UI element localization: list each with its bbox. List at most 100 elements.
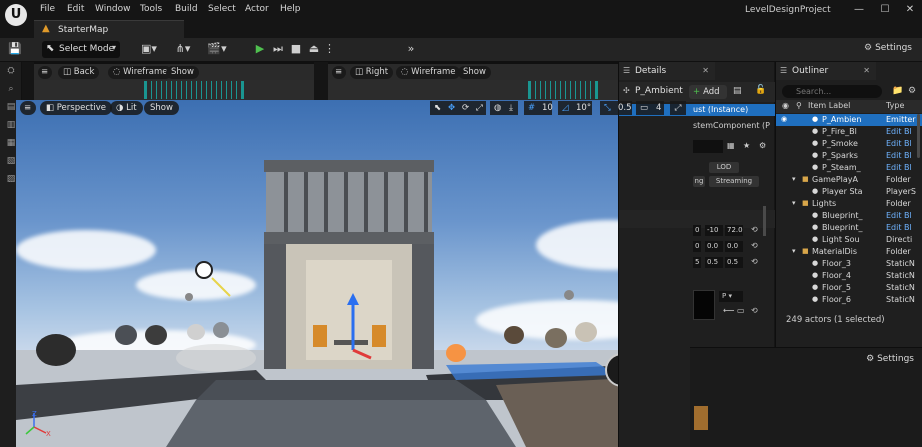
outliner-row[interactable]: ● Floor_5 StaticN	[776, 282, 922, 294]
surface-snap-icon[interactable]: ⤓	[504, 101, 518, 115]
edit-blueprint-link[interactable]: Edit Bl	[886, 151, 912, 160]
menu-actor[interactable]: Actor	[245, 4, 269, 14]
outliner-row[interactable]: ● P_Smoke Edit Bl	[776, 138, 922, 150]
outliner-row[interactable]: ▾ ■ GamePlayA Folder	[776, 174, 922, 186]
hamburger-icon[interactable]: ≡	[38, 66, 52, 79]
reset-icon[interactable]: ⟲	[751, 306, 758, 315]
filter-button[interactable]: ng	[693, 176, 705, 187]
rotation-snap-value[interactable]: 10°	[572, 101, 592, 115]
add-content-icon[interactable]: ▣▾	[138, 42, 160, 58]
component-row[interactable]: stemComponent (P	[619, 120, 775, 132]
outliner-row[interactable]: ▾ ■ MaterialDis Folder	[776, 246, 922, 258]
more-options-icon[interactable]: ⋮	[324, 42, 335, 58]
edit-blueprint-link[interactable]: Edit Bl	[886, 223, 912, 232]
world-space-icon[interactable]: ◍	[490, 101, 504, 115]
outliner-row[interactable]: ● Floor_6 StaticN	[776, 294, 922, 306]
menu-select[interactable]: Select	[208, 4, 236, 14]
outliner-search-input[interactable]	[782, 85, 882, 98]
stop-icon[interactable]: ■	[290, 42, 302, 58]
grid-view-icon[interactable]: ▦	[727, 141, 735, 150]
outliner-row[interactable]: ◉ ● P_Ambien Emitter	[776, 114, 922, 126]
reset-icon[interactable]: ⟲	[751, 257, 758, 266]
close-icon[interactable]: ✕	[702, 66, 709, 75]
expand-arrow-icon[interactable]: ▾	[792, 247, 796, 255]
reset-icon[interactable]: ⟲	[751, 241, 758, 250]
settings-button[interactable]: ⚙ Settings	[864, 43, 912, 53]
menu-file[interactable]: File	[40, 4, 55, 14]
edit-blueprint-link[interactable]: Edit Bl	[886, 139, 912, 148]
scale-snap-value[interactable]: 0.5	[614, 101, 632, 115]
step-icon[interactable]: ⏭	[272, 42, 284, 58]
visibility-icon[interactable]: ◉	[782, 101, 789, 110]
column-item-label[interactable]: Item Label	[808, 101, 850, 110]
details-tab[interactable]: ☰ Details ✕	[619, 62, 715, 80]
outliner-row[interactable]: ▾ ■ Lights Folder	[776, 198, 922, 210]
settings-button[interactable]: ⚙ Settings	[866, 354, 914, 364]
camera-speed-icon[interactable]: ▭	[636, 101, 652, 115]
scale-y[interactable]: 0.5	[705, 257, 723, 268]
blueprint-icon[interactable]: ▤	[733, 86, 742, 96]
level-tab[interactable]: ▲ StarterMap	[34, 20, 184, 38]
maximize-viewport-icon[interactable]: ⤢	[670, 101, 686, 115]
right-viewport[interactable]: ≡ ◫ Right ◌ Wireframe Show	[328, 62, 618, 100]
select-tool-icon[interactable]: ⬉	[430, 101, 444, 115]
location-y[interactable]: -10	[705, 225, 723, 236]
outliner-row[interactable]: ● Floor_3 StaticN	[776, 258, 922, 270]
pin-icon[interactable]: ⚲	[796, 101, 802, 110]
rotation-snap-icon[interactable]: ◿	[558, 101, 572, 115]
cinematics-icon[interactable]: 🎬▾	[205, 42, 229, 58]
expand-toolbar-icon[interactable]: »	[404, 42, 418, 58]
perspective-button[interactable]: ◧ Perspective	[40, 101, 112, 115]
lock-icon[interactable]: 🔓	[755, 85, 766, 95]
outliner-row[interactable]: ● P_Fire_Bl Edit Bl	[776, 126, 922, 138]
asset-thumbnail[interactable]	[694, 406, 708, 430]
grid-snap-value[interactable]: 10	[538, 101, 553, 115]
details-search-input[interactable]	[693, 140, 723, 153]
blueprint-icon[interactable]: ⋔▾	[172, 42, 194, 58]
reset-icon[interactable]: ⟲	[751, 225, 758, 234]
column-type[interactable]: Type	[886, 101, 904, 110]
location-z[interactable]: 72.0	[725, 225, 743, 236]
outliner-row[interactable]: ● P_Steam_ Edit Bl	[776, 162, 922, 174]
outliner-row[interactable]: ● Blueprint_ Edit Bl	[776, 210, 922, 222]
gear-icon[interactable]: ⚙	[759, 141, 766, 150]
lit-button[interactable]: ◑ Lit	[110, 101, 143, 115]
unreal-logo-icon[interactable]: U	[5, 4, 27, 26]
location-x[interactable]: 0	[693, 225, 701, 236]
close-icon[interactable]: ✕	[903, 3, 917, 17]
rotation-x[interactable]: 0	[693, 241, 701, 252]
browse-icon[interactable]: ⟵	[723, 306, 734, 315]
perspective-viewport[interactable]: Z X ≡ ◧ Perspective ◑ Lit Show ⬉ ✥ ⟳ ⤢ ◍…	[16, 100, 690, 447]
menu-help[interactable]: Help	[280, 4, 301, 14]
save-icon[interactable]: 💾	[8, 42, 22, 56]
browse-asset-icon[interactable]: ▭	[737, 306, 745, 315]
rotation-y[interactable]: 0.0	[705, 241, 723, 252]
eject-icon[interactable]: ⏏	[308, 42, 320, 58]
edit-blueprint-link[interactable]: Edit Bl	[886, 211, 912, 220]
hamburger-icon[interactable]: ≡	[332, 66, 346, 79]
add-component-button[interactable]: + Add	[689, 85, 727, 99]
star-icon[interactable]: ★	[743, 141, 750, 150]
expand-arrow-icon[interactable]: ▾	[792, 175, 796, 183]
menu-window[interactable]: Window	[95, 4, 131, 14]
view-direction-button[interactable]: ◫ Right	[350, 66, 394, 79]
outliner-row[interactable]: ● Blueprint_ Edit Bl	[776, 222, 922, 234]
search-icon[interactable]: ⌕	[5, 84, 17, 96]
menu-edit[interactable]: Edit	[67, 4, 84, 14]
hamburger-icon[interactable]: ≡	[20, 101, 36, 115]
visibility-icon[interactable]: ◉	[781, 115, 787, 123]
close-icon[interactable]: ✕	[863, 66, 870, 75]
menu-tools[interactable]: Tools	[140, 4, 162, 14]
lod-filter-button[interactable]: LOD	[709, 162, 739, 173]
grid-snap-icon[interactable]: #	[524, 101, 538, 115]
view-direction-button[interactable]: ◫ Back	[58, 66, 100, 79]
edit-blueprint-link[interactable]: Edit Bl	[886, 127, 912, 136]
rotation-z[interactable]: 0.0	[725, 241, 743, 252]
menu-build[interactable]: Build	[175, 4, 198, 14]
modes-icon[interactable]: ⛭	[5, 66, 17, 78]
show-button[interactable]: Show	[166, 66, 199, 79]
scale-snap-icon[interactable]: ⤡	[600, 101, 614, 115]
scale-tool-icon[interactable]: ⤢	[472, 101, 486, 115]
outliner-row[interactable]: ● Floor_4 StaticN	[776, 270, 922, 282]
streaming-filter-button[interactable]: Streaming	[709, 176, 759, 187]
